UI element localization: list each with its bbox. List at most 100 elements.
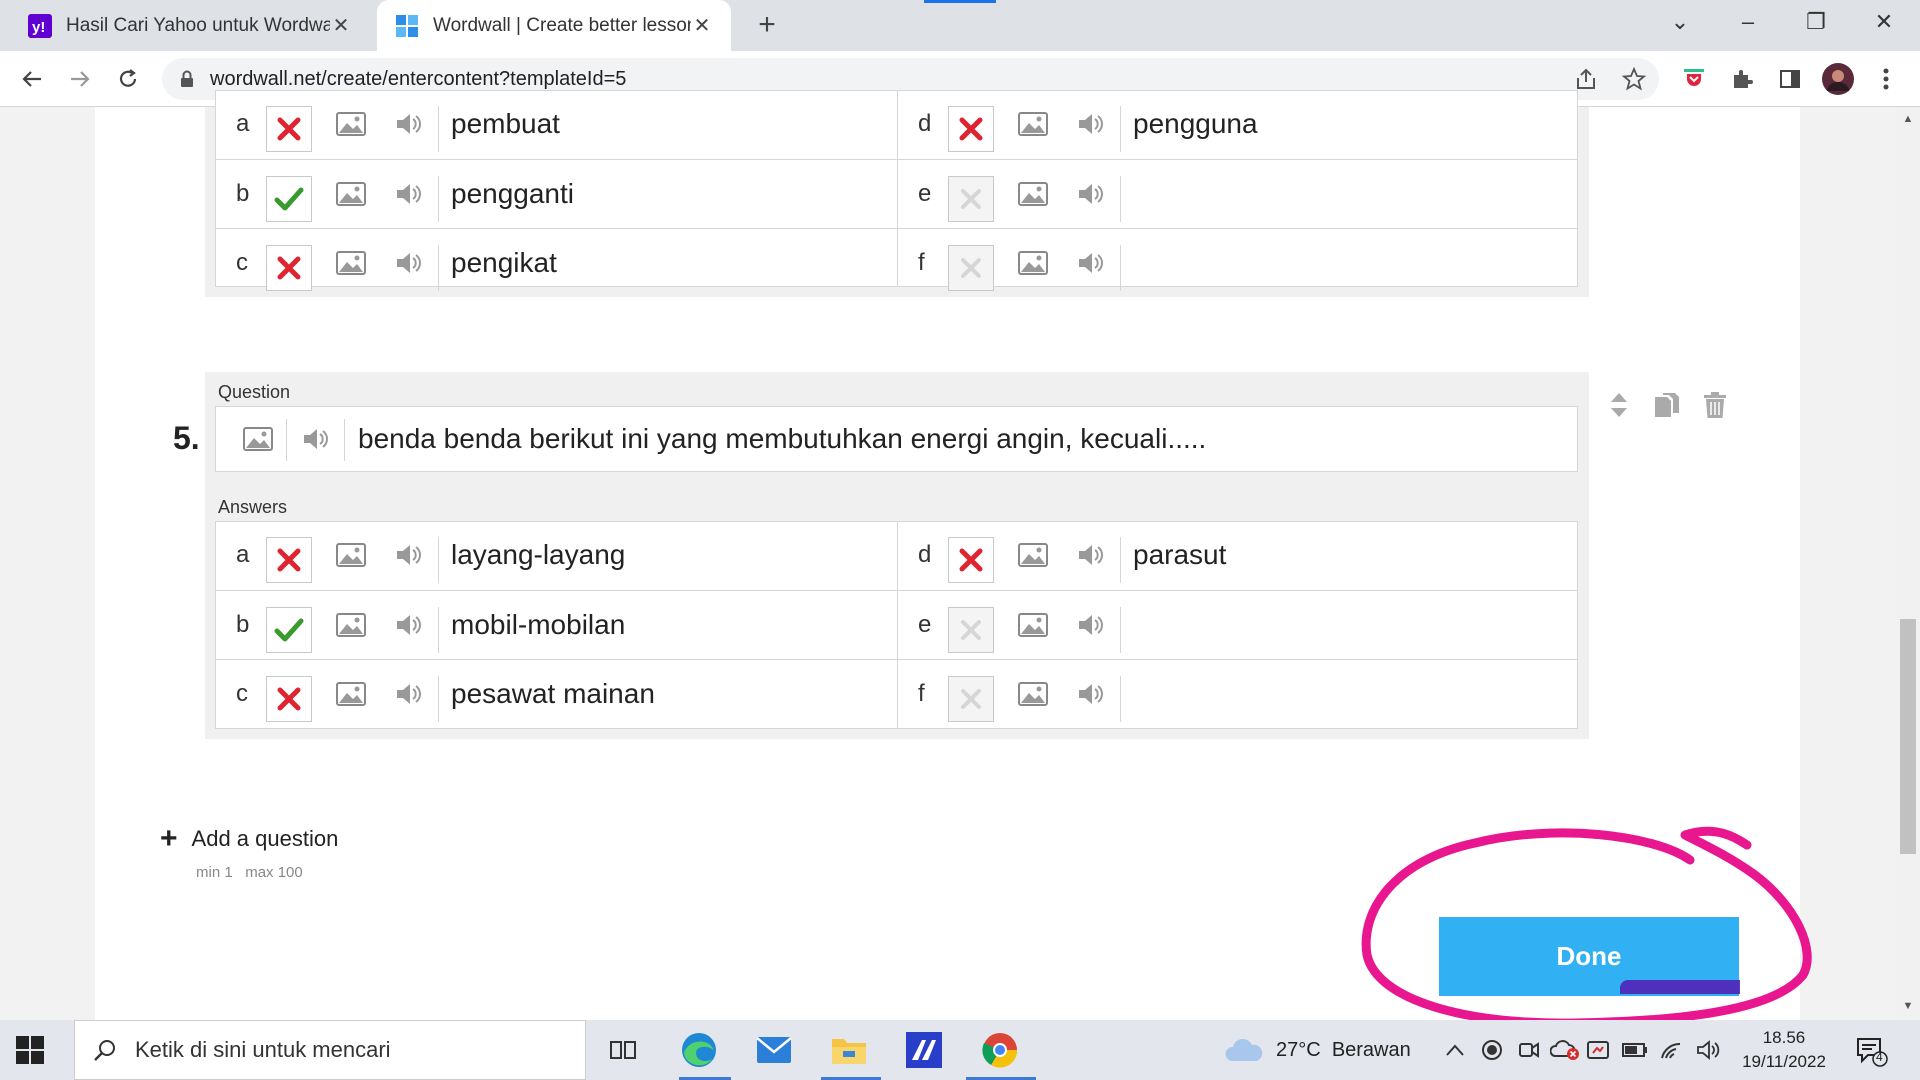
answer-text-input[interactable]: parasut <box>1133 521 1226 588</box>
add-audio-icon[interactable] <box>1077 682 1105 706</box>
correct-toggle[interactable] <box>266 607 312 653</box>
new-tab-button[interactable]: + <box>750 8 784 42</box>
correct-toggle[interactable] <box>948 676 994 722</box>
battery-icon[interactable] <box>1622 1020 1648 1080</box>
tab-yahoo[interactable]: y! Hasil Cari Yahoo untuk Wordwall ✕ <box>10 0 370 51</box>
app-tile-icon[interactable] <box>902 1028 946 1072</box>
correct-toggle[interactable] <box>266 676 312 722</box>
minimize-icon[interactable]: – <box>1722 0 1774 44</box>
add-audio-icon[interactable] <box>302 427 330 451</box>
notifications-icon[interactable]: 4 <box>1854 1020 1888 1080</box>
answer-text-input[interactable]: pengguna <box>1133 90 1258 157</box>
correct-toggle[interactable] <box>266 106 312 152</box>
side-panel-icon[interactable] <box>1774 63 1806 95</box>
correct-toggle[interactable] <box>266 537 312 583</box>
profile-avatar[interactable] <box>1822 63 1854 95</box>
restore-icon[interactable]: ❐ <box>1790 0 1842 44</box>
correct-toggle[interactable] <box>266 176 312 222</box>
add-audio-icon[interactable] <box>395 682 423 706</box>
weather-widget[interactable]: 27°C Berawan <box>1224 1020 1411 1080</box>
answer-text-input[interactable]: pengganti <box>451 160 574 227</box>
screen-capture-icon[interactable] <box>1586 1020 1610 1080</box>
add-image-icon[interactable] <box>1018 251 1048 275</box>
show-hidden-icons-chevron-icon[interactable] <box>1446 1020 1464 1080</box>
add-image-icon[interactable] <box>1018 613 1048 637</box>
answer-letter: c <box>236 680 248 707</box>
close-tab-icon[interactable]: ✕ <box>691 13 713 38</box>
meet-now-icon[interactable] <box>1518 1020 1540 1080</box>
scroll-up-icon[interactable]: ▲ <box>1902 113 1914 125</box>
plus-icon: + <box>160 822 178 855</box>
correct-toggle[interactable] <box>266 245 312 291</box>
correct-toggle[interactable] <box>948 176 994 222</box>
add-image-icon[interactable] <box>336 613 366 637</box>
add-image-icon[interactable] <box>1018 112 1048 136</box>
add-image-icon[interactable] <box>336 251 366 275</box>
add-audio-icon[interactable] <box>1077 613 1105 637</box>
wordwall-icon <box>396 14 418 37</box>
browser-menu-icon[interactable] <box>1870 63 1902 95</box>
close-tab-icon[interactable]: ✕ <box>330 13 352 38</box>
onedrive-error-icon[interactable] <box>1550 1020 1580 1080</box>
add-image-icon[interactable] <box>243 427 273 451</box>
answer-text-input[interactable]: pesawat mainan <box>451 660 655 727</box>
answer-f: f <box>898 660 1578 729</box>
answer-text-input[interactable]: pembuat <box>451 90 560 157</box>
add-audio-icon[interactable] <box>1077 112 1105 136</box>
add-audio-icon[interactable] <box>395 251 423 275</box>
add-audio-icon[interactable] <box>1077 182 1105 206</box>
correct-toggle[interactable] <box>948 245 994 291</box>
reload-icon[interactable] <box>110 61 146 97</box>
add-image-icon[interactable] <box>336 682 366 706</box>
add-image-icon[interactable] <box>336 112 366 136</box>
add-image-icon[interactable] <box>1018 543 1048 567</box>
close-window-icon[interactable]: ✕ <box>1858 0 1910 44</box>
answer-text-input[interactable]: pengikat <box>451 229 557 296</box>
chrome-icon[interactable] <box>978 1028 1022 1072</box>
add-audio-icon[interactable] <box>395 112 423 136</box>
bookmark-star-icon[interactable] <box>1622 58 1646 100</box>
cross-icon <box>277 256 301 280</box>
correct-toggle[interactable] <box>948 106 994 152</box>
taskbar-search-box[interactable]: Ketik di sini untuk mencari <box>74 1020 586 1080</box>
add-audio-icon[interactable] <box>395 613 423 637</box>
correct-toggle[interactable] <box>948 537 994 583</box>
svg-text:y!: y! <box>32 19 45 36</box>
reorder-icon[interactable] <box>1604 390 1634 420</box>
forward-icon[interactable] <box>62 61 98 97</box>
answer-letter: a <box>236 541 250 568</box>
pocket-extension-icon[interactable] <box>1678 63 1710 95</box>
back-icon[interactable] <box>14 61 50 97</box>
duplicate-icon[interactable] <box>1652 390 1682 420</box>
mail-icon[interactable] <box>752 1028 796 1072</box>
tab-search-chevron-icon[interactable]: ⌄ <box>1654 0 1706 44</box>
delete-icon[interactable] <box>1700 390 1730 420</box>
record-icon[interactable] <box>1481 1020 1503 1080</box>
answers-label: Answers <box>218 497 288 517</box>
add-image-icon[interactable] <box>336 543 366 567</box>
task-view-icon[interactable] <box>601 1028 645 1072</box>
add-audio-icon[interactable] <box>395 182 423 206</box>
edge-browser-icon[interactable] <box>677 1028 721 1072</box>
add-audio-icon[interactable] <box>1077 543 1105 567</box>
answer-text-input[interactable]: layang-layang <box>451 521 625 588</box>
volume-icon[interactable] <box>1696 1020 1720 1080</box>
page-scrollbar[interactable]: ▲ ▼ <box>1896 107 1920 1020</box>
wifi-icon[interactable] <box>1660 1020 1682 1080</box>
scroll-down-icon[interactable]: ▼ <box>1902 1000 1914 1012</box>
extensions-puzzle-icon[interactable] <box>1726 63 1758 95</box>
add-audio-icon[interactable] <box>1077 251 1105 275</box>
system-clock[interactable]: 18.56 19/11/2022 <box>1734 1026 1834 1074</box>
answer-text-input[interactable]: mobil-mobilan <box>451 591 625 658</box>
add-image-icon[interactable] <box>1018 182 1048 206</box>
add-image-icon[interactable] <box>1018 682 1048 706</box>
tab-wordwall[interactable]: Wordwall | Create better lessons ✕ <box>377 0 731 51</box>
scroll-thumb[interactable] <box>1900 619 1916 854</box>
add-image-icon[interactable] <box>336 182 366 206</box>
correct-toggle[interactable] <box>948 607 994 653</box>
add-question-button[interactable]: + Add a question <box>160 822 338 855</box>
file-explorer-icon[interactable] <box>827 1028 871 1072</box>
windows-start-icon[interactable] <box>16 1036 44 1064</box>
add-audio-icon[interactable] <box>395 543 423 567</box>
question-input[interactable]: benda benda berikut ini yang membutuhkan… <box>215 406 1578 472</box>
